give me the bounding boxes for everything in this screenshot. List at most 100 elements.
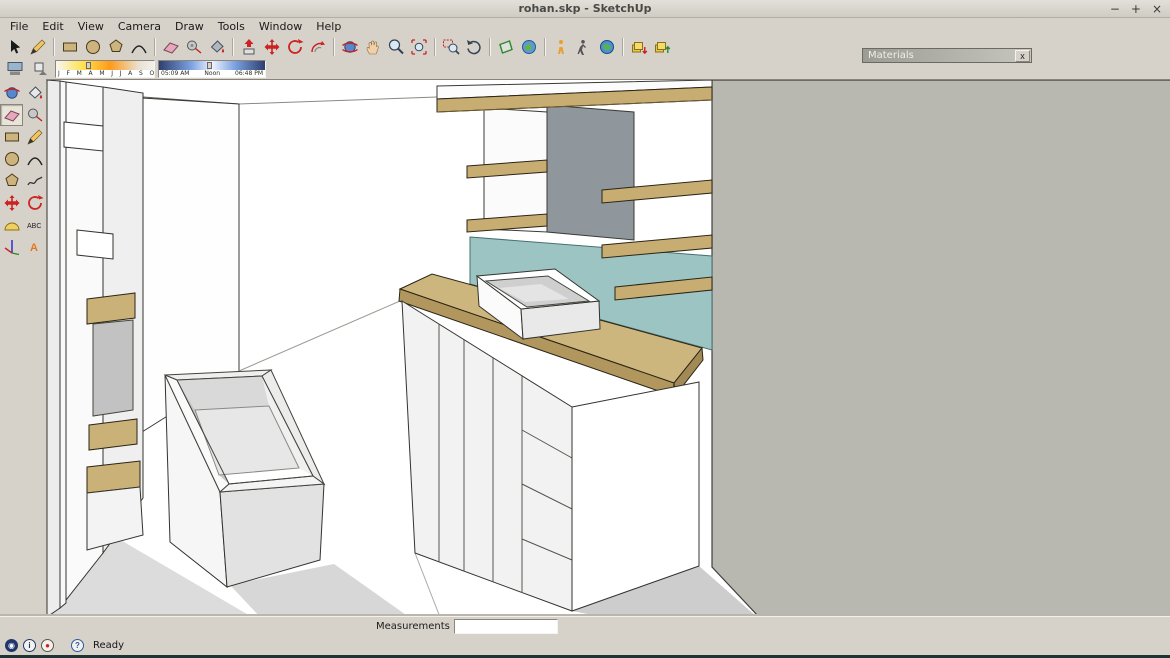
palette-paint-bucket-button[interactable] <box>23 82 46 104</box>
palette-freehand-button[interactable] <box>23 170 46 192</box>
palette-circle-button[interactable] <box>0 148 23 170</box>
menu-tools[interactable]: Tools <box>211 19 252 35</box>
menu-help[interactable]: Help <box>309 19 348 35</box>
line-tool-button[interactable] <box>26 36 49 58</box>
toolbar-separator <box>434 38 435 56</box>
offset-tool-button[interactable] <box>306 36 329 58</box>
toolbar-separator <box>53 38 54 56</box>
sketchup-window: { "window": { "title": "rohan.skp - Sket… <box>0 0 1170 658</box>
status-ready-text: Ready <box>93 640 124 651</box>
orbit-tool-button[interactable] <box>338 36 361 58</box>
polygon-tool-button[interactable] <box>104 36 127 58</box>
eraser-icon <box>162 38 180 56</box>
shadow-toggle-button[interactable] <box>29 60 52 78</box>
palette-select-button[interactable] <box>0 82 23 104</box>
menu-file[interactable]: File <box>3 19 35 35</box>
walk-icon <box>575 38 593 56</box>
zoom-extents-tool-button[interactable] <box>407 36 430 58</box>
toolbar-separator <box>622 38 623 56</box>
zoom-tool-button[interactable] <box>384 36 407 58</box>
palette-eraser-button[interactable] <box>0 104 23 126</box>
menu-view[interactable]: View <box>71 19 111 35</box>
menu-edit[interactable]: Edit <box>35 19 70 35</box>
geolocation-status-icon[interactable]: ◉ <box>5 639 18 652</box>
outside-background <box>712 80 1170 617</box>
rectangle-icon <box>3 128 21 146</box>
preview-google-earth-button[interactable] <box>595 36 618 58</box>
menu-window[interactable]: Window <box>252 19 309 35</box>
zoom-window-icon <box>442 38 460 56</box>
drawing-area[interactable] <box>46 79 1170 616</box>
move-icon <box>3 194 21 212</box>
menu-camera[interactable]: Camera <box>111 19 168 35</box>
credits-status-icon[interactable]: i <box>23 639 36 652</box>
zoom-icon <box>387 38 405 56</box>
measurements-input[interactable] <box>454 619 558 634</box>
svg-text:ABC: ABC <box>27 223 41 230</box>
toolbar-separator <box>232 38 233 56</box>
time-slider-track[interactable] <box>159 61 265 70</box>
tape-measure-tool-button[interactable] <box>182 36 205 58</box>
palette-axes-button[interactable] <box>0 236 23 258</box>
status-bar: ◉ i ● ? Ready <box>0 636 1170 655</box>
select-tool-button[interactable] <box>3 36 26 58</box>
palette-text-button[interactable]: ABC <box>23 214 46 236</box>
shadow-toggle-icon <box>32 61 50 77</box>
arc-tool-button[interactable] <box>127 36 150 58</box>
palette-rectangle-button[interactable] <box>0 126 23 148</box>
minimize-button[interactable]: − <box>1110 0 1120 18</box>
measurements-bar: Measurements <box>0 616 1170 636</box>
zoom-window-tool-button[interactable] <box>439 36 462 58</box>
rotate-tool-button[interactable] <box>283 36 306 58</box>
rotate-icon <box>26 194 44 212</box>
shadow-date-slider[interactable]: J F M A M J J A S O N D <box>55 60 155 78</box>
date-slider-track[interactable] <box>56 61 154 70</box>
rectangle-tool-button[interactable] <box>58 36 81 58</box>
palette-3d-text-button[interactable]: A <box>23 236 46 258</box>
palette-polygon-button[interactable] <box>0 170 23 192</box>
materials-dialog-title[interactable]: Materials <box>863 49 1015 62</box>
toolbar-separator <box>544 38 545 56</box>
date-slider-thumb[interactable] <box>86 62 91 69</box>
time-slider-thumb[interactable] <box>207 62 212 69</box>
shadow-time-slider[interactable]: 05:09 AM Noon 06:48 PM <box>158 60 266 78</box>
close-button[interactable]: × <box>1152 0 1162 18</box>
menu-bar: File Edit View Camera Draw Tools Window … <box>0 18 1170 35</box>
title-bar[interactable]: rohan.skp - SketchUp − + × <box>0 0 1170 18</box>
previous-view-button[interactable] <box>462 36 485 58</box>
materials-close-button[interactable]: x <box>1015 50 1030 62</box>
shadow-settings-icon <box>6 61 24 77</box>
get-models-button[interactable] <box>627 36 650 58</box>
zoom-extents-icon <box>410 38 428 56</box>
paint-bucket-tool-button[interactable] <box>205 36 228 58</box>
maximize-button[interactable]: + <box>1131 0 1141 18</box>
push-pull-tool-button[interactable] <box>237 36 260 58</box>
circle-tool-button[interactable] <box>81 36 104 58</box>
eraser-tool-button[interactable] <box>159 36 182 58</box>
palette-protractor-button[interactable] <box>0 214 23 236</box>
walk-tool-button[interactable] <box>572 36 595 58</box>
section-plane-tool-button[interactable] <box>494 36 517 58</box>
palette-move-button[interactable] <box>0 192 23 214</box>
add-location-button[interactable] <box>517 36 540 58</box>
materials-dialog[interactable]: Materials x <box>862 48 1032 63</box>
pencil-icon <box>29 38 47 56</box>
polygon-icon <box>107 38 125 56</box>
shadow-settings-button[interactable] <box>3 60 26 78</box>
palette-rotate-button[interactable] <box>23 192 46 214</box>
previous-view-icon <box>465 38 483 56</box>
model-viewport[interactable] <box>47 80 1170 617</box>
position-camera-tool-button[interactable] <box>549 36 572 58</box>
tape-measure-icon <box>185 38 203 56</box>
palette-line-button[interactable] <box>23 126 46 148</box>
palette-tape-measure-button[interactable] <box>23 104 46 126</box>
share-models-button[interactable] <box>650 36 673 58</box>
menu-draw[interactable]: Draw <box>168 19 211 35</box>
help-icon[interactable]: ? <box>71 639 84 652</box>
freehand-icon <box>26 172 44 190</box>
claim-status-icon[interactable]: ● <box>41 639 54 652</box>
palette-arc-button[interactable] <box>23 148 46 170</box>
toolbar-separator <box>333 38 334 56</box>
pan-tool-button[interactable] <box>361 36 384 58</box>
move-tool-button[interactable] <box>260 36 283 58</box>
